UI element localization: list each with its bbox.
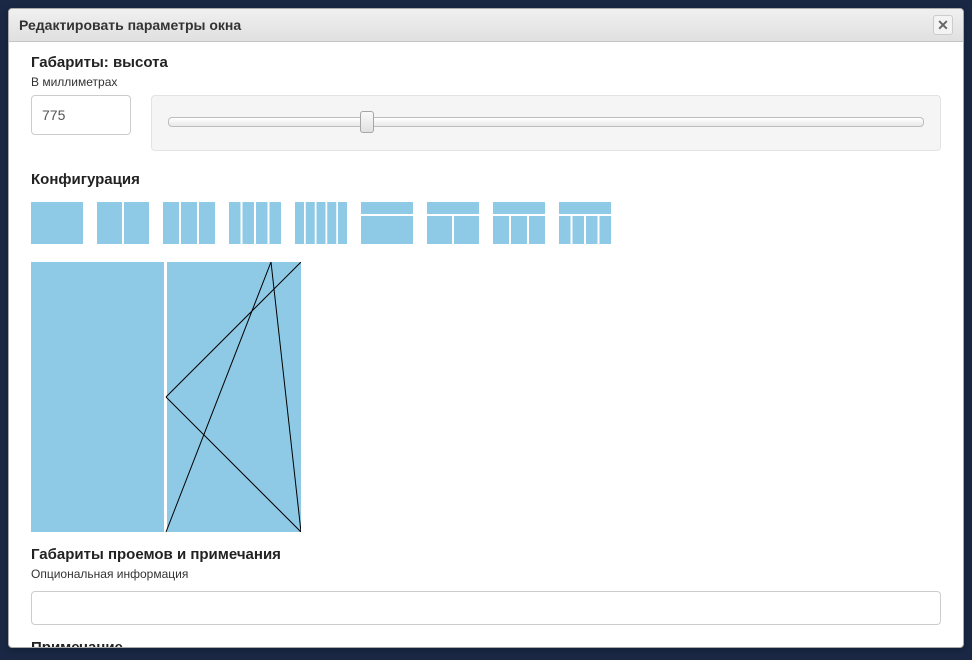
height-input[interactable]	[31, 95, 131, 135]
dialog-header: Редактировать параметры окна ✕	[9, 9, 963, 42]
config-option-5pane[interactable]	[295, 202, 347, 244]
config-option-3pane[interactable]	[163, 202, 215, 244]
config-option-transom-4[interactable]	[559, 202, 611, 244]
dialog-title: Редактировать параметры окна	[19, 17, 241, 33]
config-option-transom-1[interactable]	[361, 202, 413, 244]
height-slider[interactable]	[168, 117, 924, 127]
height-row	[31, 95, 941, 151]
height-section-label: Габариты: высота	[31, 54, 941, 71]
dialog: Редактировать параметры окна ✕ Габариты:…	[8, 8, 964, 648]
configuration-section-label: Конфигурация	[31, 171, 941, 188]
close-icon[interactable]: ✕	[933, 15, 953, 35]
height-sub-label: В миллиметрах	[31, 75, 941, 89]
openings-section-label: Габариты проемов и примечания	[31, 546, 941, 563]
config-option-2pane[interactable]	[97, 202, 149, 244]
openings-input[interactable]	[31, 591, 941, 625]
config-option-4pane[interactable]	[229, 202, 281, 244]
note-section-label: Примечание	[31, 639, 941, 647]
height-slider-box	[151, 95, 941, 151]
config-option-transom-3[interactable]	[493, 202, 545, 244]
config-option-1pane[interactable]	[31, 202, 83, 244]
window-preview	[31, 262, 301, 532]
configuration-options	[31, 202, 941, 244]
openings-sub-label: Опциональная информация	[31, 567, 941, 581]
config-option-transom-2[interactable]	[427, 202, 479, 244]
dialog-body[interactable]: Габариты: высота В миллиметрах Конфигура…	[9, 42, 963, 647]
